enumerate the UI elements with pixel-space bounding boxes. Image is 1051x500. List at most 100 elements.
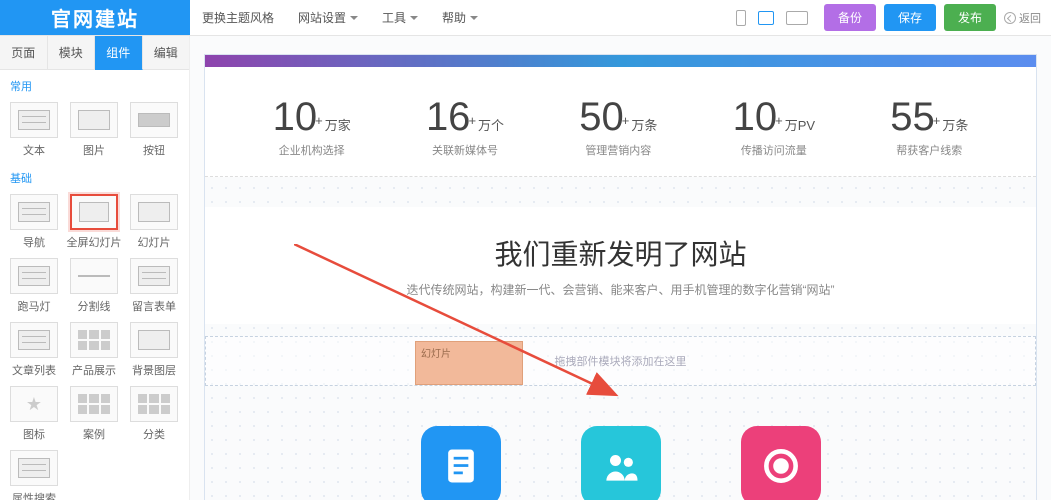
comp-bgimage-label: 背景图层 bbox=[124, 362, 184, 378]
feature-icon-doc bbox=[421, 426, 501, 500]
comp-button-label: 按钮 bbox=[124, 142, 184, 158]
device-desktop-icon[interactable] bbox=[758, 11, 774, 25]
back-icon bbox=[1004, 12, 1016, 24]
comp-search-label: 属性搜索 bbox=[4, 490, 64, 500]
headline-block[interactable]: 我们重新发明了网站 迭代传统网站，构建新一代、会营销、能来客户、用手机管理的数字… bbox=[205, 207, 1036, 324]
stat-plus: + bbox=[775, 113, 783, 128]
feature-icons bbox=[205, 426, 1036, 500]
sidebar-tabs: 页面 模块 组件 编辑 bbox=[0, 36, 189, 70]
dropzone[interactable]: 拖拽部件模块将添加在这里 bbox=[205, 336, 1036, 386]
back-link[interactable]: 返回 bbox=[1004, 10, 1041, 26]
comp-icon[interactable]: ★ 图标 bbox=[4, 386, 64, 442]
stat-num: 50 bbox=[579, 95, 624, 140]
comp-image[interactable]: 图片 bbox=[64, 102, 124, 158]
comp-form[interactable]: 留言表单 bbox=[124, 258, 184, 314]
back-label: 返回 bbox=[1019, 10, 1041, 26]
stat-num: 16 bbox=[426, 95, 471, 140]
publish-button[interactable]: 发布 bbox=[944, 4, 996, 31]
comp-search[interactable]: 属性搜索 bbox=[4, 450, 64, 500]
stat-unit: 万家 bbox=[325, 115, 351, 134]
comp-form-label: 留言表单 bbox=[124, 298, 184, 314]
device-tablet-icon[interactable] bbox=[786, 11, 808, 25]
comp-product-label: 产品展示 bbox=[64, 362, 124, 378]
comp-articlelist[interactable]: 文章列表 bbox=[4, 322, 64, 378]
stat-num: 10 bbox=[273, 95, 318, 140]
headline: 我们重新发明了网站 bbox=[217, 233, 1024, 273]
comp-nav[interactable]: 导航 bbox=[4, 194, 64, 250]
menu-site-settings-label: 网站设置 bbox=[298, 9, 346, 26]
stat-sub: 帮获客户线索 bbox=[890, 142, 968, 158]
canvas-area: 10+万家 企业机构选择 16+万个 关联新媒体号 50+万条 管理营销内容 1… bbox=[190, 36, 1051, 500]
comp-case-label: 案例 bbox=[64, 426, 124, 442]
section-common: 常用 bbox=[0, 70, 189, 98]
comp-icon-label: 图标 bbox=[4, 426, 64, 442]
stat-unit: 万条 bbox=[942, 115, 968, 134]
comp-marquee[interactable]: 跑马灯 bbox=[4, 258, 64, 314]
stat-unit: 万PV bbox=[785, 115, 815, 134]
menu-theme[interactable]: 更换主题风格 bbox=[190, 0, 286, 35]
placed-widget-slide[interactable]: 幻灯片 bbox=[415, 341, 523, 385]
target-icon bbox=[759, 444, 803, 488]
stat-item: 16+万个 关联新媒体号 bbox=[426, 95, 504, 158]
stat-sub: 管理营销内容 bbox=[579, 142, 657, 158]
tab-module[interactable]: 模块 bbox=[48, 36, 96, 70]
menu-help-label: 帮助 bbox=[442, 9, 466, 26]
top-menu: 更换主题风格 网站设置 工具 帮助 bbox=[190, 0, 490, 35]
stat-sub: 传播访问流量 bbox=[733, 142, 815, 158]
stat-plus: + bbox=[622, 113, 630, 128]
chevron-down-icon bbox=[410, 16, 418, 20]
stat-sub: 关联新媒体号 bbox=[426, 142, 504, 158]
stat-plus: + bbox=[315, 113, 323, 128]
menu-site-settings[interactable]: 网站设置 bbox=[286, 0, 370, 35]
comp-text-label: 文本 bbox=[4, 142, 64, 158]
menu-tools[interactable]: 工具 bbox=[370, 0, 430, 35]
comp-fullslide[interactable]: 全屏幻灯片 bbox=[64, 194, 124, 250]
menu-help[interactable]: 帮助 bbox=[430, 0, 490, 35]
stat-sub: 企业机构选择 bbox=[273, 142, 351, 158]
comp-text[interactable]: 文本 bbox=[4, 102, 64, 158]
comp-marquee-label: 跑马灯 bbox=[4, 298, 64, 314]
comp-button[interactable]: 按钮 bbox=[124, 102, 184, 158]
comp-product[interactable]: 产品展示 bbox=[64, 322, 124, 378]
feature-icon-users bbox=[581, 426, 661, 500]
stat-unit: 万条 bbox=[631, 115, 657, 134]
section-basic: 基础 bbox=[0, 162, 189, 190]
comp-fullslide-label: 全屏幻灯片 bbox=[64, 234, 124, 250]
comp-divider[interactable]: 分割线 bbox=[64, 258, 124, 314]
backup-button[interactable]: 备份 bbox=[824, 4, 876, 31]
star-icon: ★ bbox=[26, 394, 42, 415]
comp-category-label: 分类 bbox=[124, 426, 184, 442]
comp-articlelist-label: 文章列表 bbox=[4, 362, 64, 378]
chevron-down-icon bbox=[470, 16, 478, 20]
device-switcher bbox=[720, 0, 824, 35]
tab-component[interactable]: 组件 bbox=[95, 36, 143, 70]
tab-edit[interactable]: 编辑 bbox=[143, 36, 190, 70]
feature-icon-target bbox=[741, 426, 821, 500]
comp-slide[interactable]: 幻灯片 bbox=[124, 194, 184, 250]
save-button[interactable]: 保存 bbox=[884, 4, 936, 31]
stat-item: 10+万家 企业机构选择 bbox=[273, 95, 351, 158]
subhead: 迭代传统网站，构建新一代、会营销、能来客户、用手机管理的数字化营销“网站” bbox=[217, 281, 1024, 298]
stat-item: 55+万条 帮获客户线索 bbox=[890, 95, 968, 158]
stat-unit: 万个 bbox=[478, 115, 504, 134]
stat-num: 55 bbox=[890, 95, 935, 140]
sidebar: 页面 模块 组件 编辑 常用 文本 图片 按钮 基础 导航 全屏幻灯片 幻灯片 … bbox=[0, 36, 190, 500]
stat-plus: + bbox=[933, 113, 941, 128]
users-icon bbox=[599, 444, 643, 488]
comp-slide-label: 幻灯片 bbox=[124, 234, 184, 250]
comp-image-label: 图片 bbox=[64, 142, 124, 158]
stat-item: 50+万条 管理营销内容 bbox=[579, 95, 657, 158]
stat-item: 10+万PV 传播访问流量 bbox=[733, 95, 815, 158]
chevron-down-icon bbox=[350, 16, 358, 20]
comp-bgimage[interactable]: 背景图层 bbox=[124, 322, 184, 378]
comp-case[interactable]: 案例 bbox=[64, 386, 124, 442]
comp-category[interactable]: 分类 bbox=[124, 386, 184, 442]
stats-row: 10+万家 企业机构选择 16+万个 关联新媒体号 50+万条 管理营销内容 1… bbox=[205, 67, 1036, 177]
gradient-bar bbox=[205, 55, 1036, 67]
device-phone-icon[interactable] bbox=[736, 10, 746, 26]
page-canvas[interactable]: 10+万家 企业机构选择 16+万个 关联新媒体号 50+万条 管理营销内容 1… bbox=[204, 54, 1037, 500]
stat-num: 10 bbox=[733, 95, 778, 140]
logo: 官网建站 bbox=[0, 0, 190, 35]
tab-page[interactable]: 页面 bbox=[0, 36, 48, 70]
comp-nav-label: 导航 bbox=[4, 234, 64, 250]
